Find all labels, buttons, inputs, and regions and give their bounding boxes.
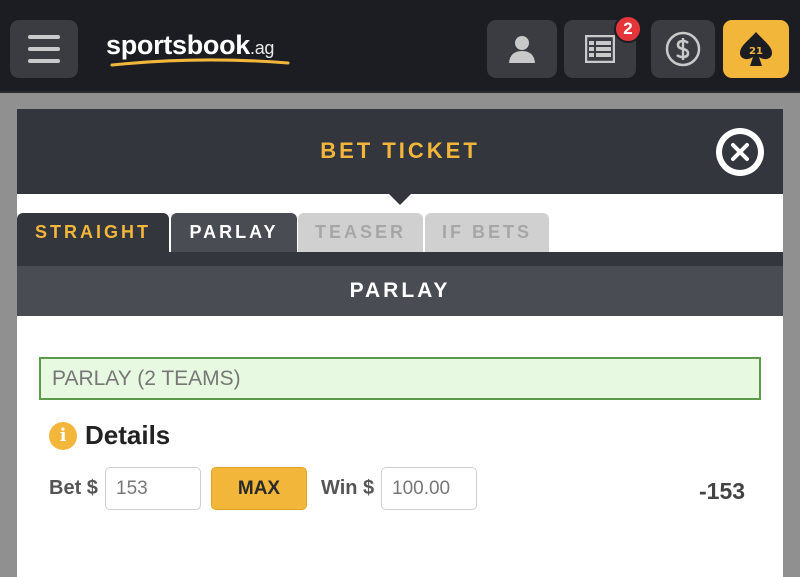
user-icon xyxy=(509,36,535,63)
list-icon xyxy=(585,35,615,63)
logo-suffix: .ag xyxy=(250,38,275,58)
logo-text: sportsbook xyxy=(106,30,251,60)
tab-straight[interactable]: STRAIGHT xyxy=(17,213,169,252)
tab-teaser[interactable]: TEASER xyxy=(298,213,423,252)
account-button[interactable] xyxy=(487,20,557,78)
spade-21-icon: 21 xyxy=(740,32,772,66)
bet-ticket-panel: BET TICKET STRAIGHT PARLAY TEASER IF BET… xyxy=(17,109,783,577)
top-nav-bar: sportsbook.ag 2 21 xyxy=(0,0,800,93)
bet-amount-input[interactable]: 153 xyxy=(105,467,201,510)
bets-count-badge: 2 xyxy=(614,15,642,43)
brand-logo[interactable]: sportsbook.ag xyxy=(106,30,274,61)
details-heading: i Details xyxy=(49,420,170,451)
win-amount-input[interactable]: 100.00 xyxy=(381,467,477,510)
details-title: Details xyxy=(85,420,171,450)
tab-if-bets[interactable]: IF BETS xyxy=(425,213,549,252)
page-title: BET TICKET xyxy=(320,138,480,163)
logo-swoosh-icon xyxy=(110,58,290,67)
wager-row: Bet $ 153 MAX Win $ 100.00 -153 xyxy=(49,467,769,511)
parlay-odds: -153 xyxy=(699,478,746,504)
tab-underline-strip xyxy=(17,252,783,266)
cashier-button[interactable] xyxy=(651,20,715,78)
casino-button[interactable]: 21 xyxy=(723,20,789,78)
bet-ticket-header: BET TICKET xyxy=(17,109,783,194)
parlay-teams-label[interactable]: PARLAY (2 TEAMS) xyxy=(39,357,761,400)
menu-button[interactable] xyxy=(10,20,78,78)
bet-label: Bet $ xyxy=(49,477,98,499)
info-icon[interactable]: i xyxy=(49,421,77,450)
tab-parlay[interactable]: PARLAY xyxy=(171,213,297,252)
hamburger-icon-line xyxy=(28,35,60,39)
section-title: PARLAY xyxy=(17,266,783,316)
bet-type-tabs: STRAIGHT PARLAY TEASER IF BETS xyxy=(17,213,783,252)
close-circle-icon xyxy=(722,134,758,170)
hamburger-icon-line xyxy=(28,47,60,51)
win-label: Win $ xyxy=(321,477,375,499)
max-button[interactable]: MAX xyxy=(211,467,307,510)
hamburger-icon-line xyxy=(28,59,60,63)
header-pointer xyxy=(389,194,411,205)
casino-label: 21 xyxy=(749,46,763,57)
close-button[interactable] xyxy=(716,128,764,176)
dollar-coin-icon xyxy=(665,31,701,67)
